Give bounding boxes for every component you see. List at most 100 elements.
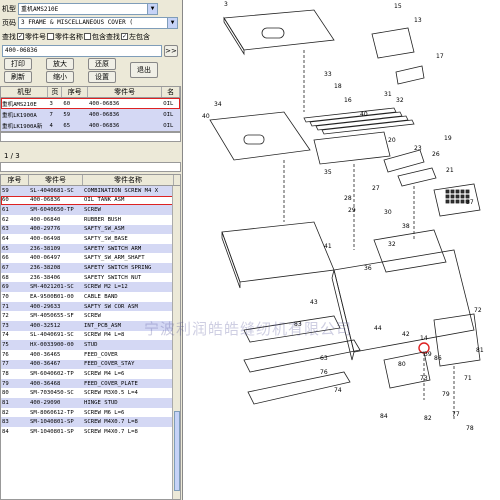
restore-button[interactable]: 还原 (88, 58, 116, 70)
callout-label[interactable]: 17 (436, 53, 444, 60)
model-select[interactable]: 重机AMS210E ▼ (18, 2, 158, 15)
callout-label[interactable]: 71 (464, 375, 472, 382)
callout-label[interactable]: 43 (310, 299, 318, 306)
callout-label[interactable]: 21 (446, 167, 454, 174)
callout-label[interactable]: 34 (214, 101, 222, 108)
callout-label[interactable]: 79 (442, 391, 450, 398)
callout-label[interactable]: 31 (384, 91, 392, 98)
go-button[interactable]: >> (164, 44, 178, 57)
table-row[interactable]: 82 SM-8060612-TP SCREW M6 L=6 (1, 408, 180, 418)
callout-label[interactable]: 63 (320, 355, 328, 362)
callout-label[interactable]: 35 (324, 169, 332, 176)
callout-label[interactable]: 27 (372, 185, 380, 192)
callout-label[interactable]: 41 (324, 243, 332, 250)
callout-label[interactable]: 80 (398, 361, 406, 368)
exploded-diagram[interactable]: 3 15 13 17 33 18 16 31 32 40 34 40 19 21 20 23 26 35 37 27 2… (144, 0, 500, 500)
callout-label[interactable]: 18 (334, 83, 342, 90)
model-table-row[interactable]: 重机AMS210E 3 60 400-06836 OIL (1, 98, 180, 109)
table-row[interactable]: 62 400-06840 RUBBER BUSH (1, 215, 180, 225)
callout-label[interactable]: 38 (402, 223, 410, 230)
col-part-no[interactable]: 零件号 (88, 87, 163, 97)
callout-label[interactable]: 77 (452, 411, 460, 418)
vertical-scrollbar[interactable] (172, 186, 180, 499)
callout-label[interactable]: 29 (348, 207, 356, 214)
search-input[interactable]: 400-06836 (2, 44, 162, 57)
callout-label[interactable]: 40 (360, 111, 368, 118)
table-row[interactable]: 77 400-36467 FEED_COVER_STAY (1, 359, 180, 370)
callout-label[interactable]: 73 (420, 375, 428, 382)
table-row[interactable]: 71 400-29633 SAFTY SW COR ASM (1, 301, 180, 312)
contains-checkbox[interactable] (84, 33, 91, 40)
horizontal-scrollbar[interactable] (0, 132, 181, 142)
table-row[interactable]: 61 SM-6040650-TP SCREW (1, 205, 180, 215)
col-part-name[interactable]: 零件名称 (83, 175, 174, 185)
callout-label[interactable]: 40 (202, 113, 210, 120)
callout-label[interactable]: 44 (374, 325, 382, 332)
model-table-row[interactable]: 重机LK1900A 7 59 400-06836 OIL (1, 109, 180, 120)
table-row[interactable]: 70 EA-9500B01-00 CABLE BAND (1, 292, 180, 302)
page-select[interactable]: 3 FRAME & MISCELLANEOUS COVER ( ▼ (18, 16, 178, 29)
callout-label[interactable]: 76 (320, 369, 328, 376)
col-part-no[interactable]: 零件号 (29, 175, 83, 185)
callout-label[interactable]: 86 (434, 355, 442, 362)
col-seq[interactable]: 序号 (62, 87, 89, 97)
callout-label[interactable]: 14 (420, 335, 428, 342)
table-row[interactable]: 76 400-36465 FEED_COVER (1, 350, 180, 360)
table-row[interactable]: 60 400-06836 OIL TANK ASM (1, 195, 180, 206)
part-name-checkbox[interactable] (47, 33, 54, 40)
callout-label[interactable]: 15 (394, 3, 402, 10)
model-table-row[interactable]: 重机LK1900A新 4 65 400-06836 OIL (1, 120, 180, 131)
table-row[interactable]: 65 236-38109 SAFETY SWITCH ARM (1, 243, 180, 254)
callout-label[interactable]: 82 (424, 415, 432, 422)
col-seq[interactable]: 序号 (1, 175, 29, 185)
callout-label[interactable]: 3 (224, 1, 228, 8)
col-page[interactable]: 页 (48, 87, 63, 97)
callout-label[interactable]: 32 (388, 241, 396, 248)
table-row[interactable]: 68 236-38406 SAFETY SWITCH NUT (1, 273, 180, 283)
callout-label[interactable]: 30 (384, 209, 392, 216)
callout-label[interactable]: 39 (424, 351, 432, 358)
callout-label[interactable]: 28 (344, 195, 352, 202)
callout-label[interactable]: 23 (414, 145, 422, 152)
callout-label[interactable]: 33 (324, 71, 332, 78)
table-row[interactable]: 84 SM-1040801-SP SCREW M4X0.7 L=8 (1, 427, 180, 437)
callout-label[interactable]: 36 (364, 265, 372, 272)
part-no-checkbox[interactable]: ✓ (17, 33, 24, 40)
callout-label[interactable]: 78 (466, 425, 474, 432)
table-row[interactable]: 79 400-36468 FEED_COVER_PLATE (1, 378, 180, 389)
table-row[interactable]: 80 SM-7030450-SC SCREW M3X0.5 L=4 (1, 388, 180, 398)
callout-label[interactable]: 74 (334, 387, 342, 394)
col-name[interactable]: 名 (162, 87, 180, 97)
table-row[interactable]: 66 400-06497 SAFTY_SW_ARM_SHAFT (1, 253, 180, 263)
callout-label[interactable]: 32 (396, 97, 404, 104)
table-row[interactable]: 59 SL-4040681-SC COMBINATION SCREW M4 X (1, 186, 180, 196)
scrollbar-thumb[interactable] (174, 411, 180, 491)
chevron-down-icon[interactable]: ▼ (167, 17, 177, 28)
callout-label[interactable]: 42 (402, 331, 410, 338)
col-model[interactable]: 机型 (1, 87, 49, 97)
zoom-out-button[interactable]: 缩小 (46, 71, 74, 83)
zoom-in-button[interactable]: 放大 (46, 58, 74, 70)
table-row[interactable]: 67 236-38208 SAFETY SWITCH SPRING (1, 263, 180, 273)
callout-label[interactable]: 72 (474, 307, 482, 314)
table-row[interactable]: 69 SM-4021201-SC SCREW M2 L=12 (1, 282, 180, 293)
table-row[interactable]: 83 SM-1040801-SP SCREW M4X0.7 L=8 (1, 417, 180, 428)
settings-button[interactable]: 设置 (88, 71, 116, 83)
table-row[interactable]: 63 400-29776 SAFTY_SW_ASM (1, 224, 180, 235)
table-row[interactable]: 78 SM-6040602-TP SCREW M4 L=6 (1, 369, 180, 379)
table-row[interactable]: 64 400-06498 SAFTY_SW_BASE (1, 234, 180, 244)
callout-label[interactable]: 16 (344, 97, 352, 104)
callout-label[interactable]: 37 (466, 199, 474, 206)
refresh-button[interactable]: 刷新 (4, 71, 32, 83)
callout-label[interactable]: 26 (432, 151, 440, 158)
callout-label[interactable]: 13 (414, 17, 422, 24)
table-row[interactable]: 75 HX-0033900-00 STUD (1, 340, 180, 350)
callout-label[interactable]: 20 (388, 137, 396, 144)
exit-button[interactable]: 退出 (130, 62, 158, 78)
callout-label[interactable]: 81 (476, 347, 484, 354)
callout-label[interactable]: 84 (380, 413, 388, 420)
print-button[interactable]: 打印 (4, 58, 32, 70)
callout-label[interactable]: 19 (444, 135, 452, 142)
left-contains-checkbox[interactable]: ✓ (121, 33, 128, 40)
chevron-down-icon[interactable]: ▼ (147, 3, 157, 14)
